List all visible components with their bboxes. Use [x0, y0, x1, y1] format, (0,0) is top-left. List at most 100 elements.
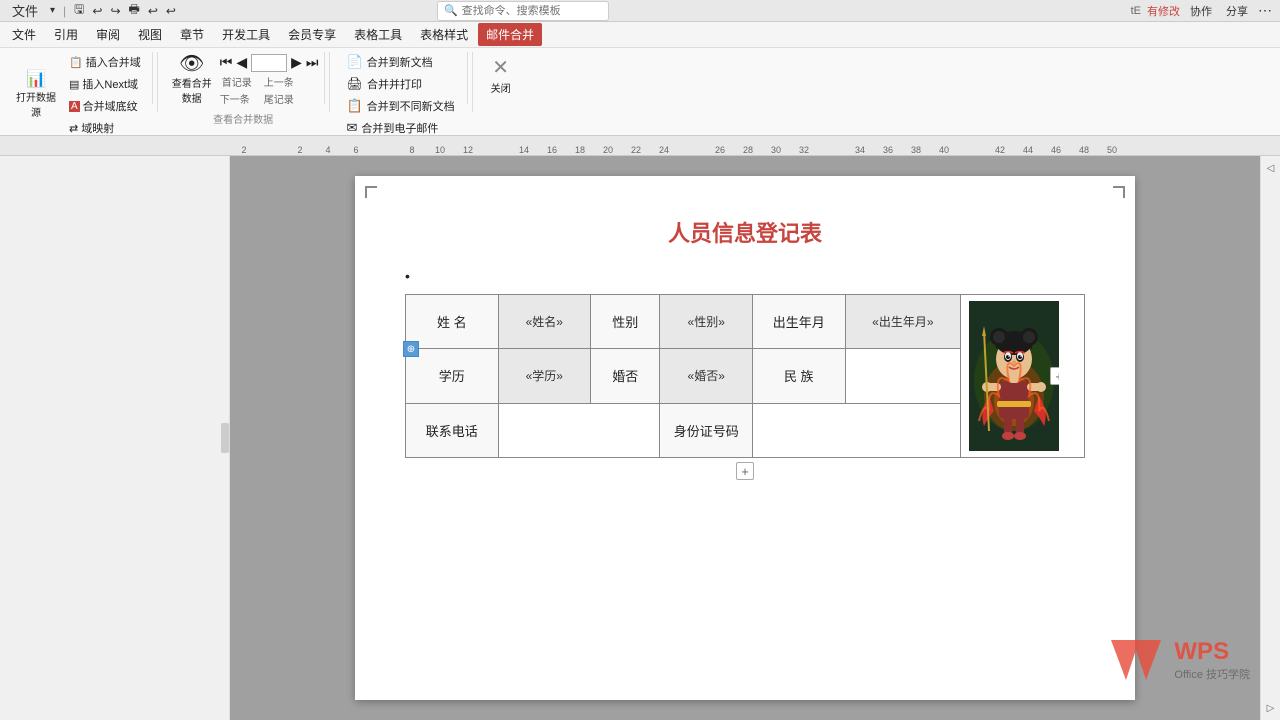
close-button[interactable]: ✕ 关闭	[483, 56, 519, 97]
menu-chapter[interactable]: 章节	[172, 23, 212, 46]
right-panel-btn-2[interactable]: ▷	[1263, 700, 1279, 716]
menu-devtools[interactable]: 开发工具	[214, 23, 278, 46]
search-input[interactable]	[462, 5, 602, 17]
merge-new-doc-label: 合并到新文档	[367, 54, 433, 70]
close-icon: ✕	[492, 58, 509, 78]
ruler-mark: 30	[762, 145, 790, 155]
table-cell-id-label: 身份证号码	[660, 403, 753, 457]
ribbon-content: 📊 打开数据源 📋 插入合并域 ▤ 插入Next域 A 合并域底纹	[0, 48, 1280, 108]
photo-image: +	[969, 301, 1059, 451]
next-record-button[interactable]: ▶	[291, 54, 302, 71]
ruler-mark: 4	[314, 145, 342, 155]
merge-to-new-doc-button[interactable]: 📄 合并到新文档	[340, 52, 460, 72]
nav-group: ⏮ ◀ 1 ▶ ⏭ 首记录 上一条 下一条 尾记录	[220, 54, 319, 106]
title-right-area: tE 有修改 协作 分享 ⋯	[1131, 2, 1272, 19]
title-dropdown-icon[interactable]: ▾	[50, 5, 55, 16]
view-merge-btn[interactable]: 👁 查看合并数据	[168, 52, 216, 107]
merge-diff-doc-label: 合并到不同新文档	[367, 98, 455, 114]
record-number-input[interactable]: 1	[251, 54, 287, 72]
ruler-mark: 8	[398, 145, 426, 155]
bullet-dot: •	[405, 268, 410, 284]
table-cell-phone-value	[498, 403, 660, 457]
ribbon-group-datasource-top: 📊 打开数据源 📋 插入合并域 ▤ 插入Next域 A 合并域底纹	[12, 52, 146, 138]
app-menu[interactable]: 文件	[8, 1, 42, 20]
merge-diff-doc-button[interactable]: 📋 合并到不同新文档	[340, 96, 460, 116]
ruler-marks: 2 2 4 6 8 10 12 14 16 18 20 22 24 26 28 …	[0, 136, 1280, 155]
ruler-mark: 42	[986, 145, 1014, 155]
table-cell-photo: +	[961, 295, 1085, 458]
undo2-button[interactable]: ↩	[148, 4, 158, 18]
more-options-button[interactable]: ⋯	[1258, 2, 1272, 19]
ruler-mark: 26	[706, 145, 734, 155]
insert-next-label: 插入Next域	[82, 76, 138, 92]
menu-vip[interactable]: 会员专享	[280, 23, 344, 46]
ribbon-group-merge: 📄 合并到新文档 🖨 合并并打印 📋 合并到不同新文档 ✉ 合并到电子邮件	[334, 52, 467, 104]
menu-tablestyle[interactable]: 表格样式	[412, 23, 476, 46]
redo-button[interactable]: ↪	[110, 4, 120, 18]
menu-view[interactable]: 视图	[130, 23, 170, 46]
ruler-mark: 50	[1098, 145, 1126, 155]
first-record-button[interactable]: ⏮	[220, 54, 233, 71]
merge-shade-icon: A	[69, 101, 80, 112]
te-label: tE	[1131, 5, 1141, 17]
ruler-mark: 48	[1070, 145, 1098, 155]
table-cell-edu-label: 学历	[406, 349, 499, 403]
ribbon-group-close-top: ✕ 关闭	[483, 52, 519, 100]
merge-email-button[interactable]: ✉ 合并到电子邮件	[340, 118, 460, 138]
ruler: 2 2 4 6 8 10 12 14 16 18 20 22 24 26 28 …	[0, 136, 1280, 156]
redo2-button[interactable]: ↩	[166, 4, 176, 18]
table-move-handle[interactable]: ⊕	[403, 341, 419, 357]
table-cell-id-value	[752, 403, 960, 457]
field-map-button[interactable]: ⇄ 域映射	[64, 118, 146, 138]
view-first-label: 首记录	[222, 74, 252, 89]
share-button[interactable]: 分享	[1222, 3, 1252, 19]
menu-review[interactable]: 审阅	[88, 23, 128, 46]
prev-record-button[interactable]: ◀	[236, 54, 247, 71]
table-cell-phone-label: 联系电话	[406, 403, 499, 457]
view-merge-label: 查看合并数据	[172, 75, 212, 105]
add-row-button[interactable]: +	[736, 462, 754, 480]
close-group-label	[483, 102, 519, 104]
left-panel	[0, 156, 230, 720]
insert-merge-field-button[interactable]: 📋 插入合并域	[64, 52, 146, 72]
table-row: 姓 名 «姓名» 性别 «性别» 出生年月 «出生年月»	[406, 295, 1085, 349]
open-datasource-button[interactable]: 📊 打开数据源	[12, 70, 60, 121]
merge-print-icon: 🖨	[346, 76, 363, 92]
table-cell-edu-value: «学历»	[498, 349, 591, 403]
collab-button[interactable]: 协作	[1186, 3, 1216, 19]
table-container: 姓 名 «姓名» 性别 «性别» 出生年月 «出生年月»	[405, 294, 1085, 480]
ruler-mark: 14	[510, 145, 538, 155]
divider-2	[329, 52, 330, 112]
ruler-mark: 32	[790, 145, 818, 155]
last-record-button[interactable]: ⏭	[306, 54, 319, 71]
ruler-mark: 36	[874, 145, 902, 155]
menu-tabletools[interactable]: 表格工具	[346, 23, 410, 46]
menu-quote[interactable]: 引用	[46, 23, 86, 46]
right-panel-btn-1[interactable]: ◁	[1263, 160, 1279, 176]
save-button[interactable]: 🖫	[74, 0, 84, 21]
ruler-mark: 24	[650, 145, 678, 155]
ribbon-group-close: ✕ 关闭	[477, 52, 525, 104]
add-col-button[interactable]: +	[1050, 367, 1059, 385]
table-cell-gender-value: «性别»	[660, 295, 753, 349]
merge-print-button[interactable]: 🖨 合并并打印	[340, 74, 460, 94]
ruler-mark: 18	[566, 145, 594, 155]
merge-shade-button[interactable]: A 合并域底纹	[64, 96, 146, 116]
panel-resize-handle[interactable]	[221, 423, 229, 453]
field-map-label: 域映射	[81, 120, 114, 136]
print-button[interactable]: 🖶	[129, 0, 140, 21]
search-box[interactable]: 🔍	[437, 1, 609, 21]
title-left: 文件 ▾ | 🖫 ↩ ↪ 🖶 ↩ ↩	[8, 0, 176, 21]
merge-new-doc-icon: 📄	[346, 54, 362, 70]
menu-file[interactable]: 文件	[4, 23, 44, 46]
undo-button[interactable]: ↩	[92, 4, 102, 18]
menu-mailmerge[interactable]: 邮件合并	[478, 23, 542, 46]
merge-print-label: 合并并打印	[367, 76, 422, 92]
insert-merge-field-icon: 📋	[69, 56, 83, 69]
nav-row-2: 首记录 上一条	[220, 74, 319, 89]
add-row-area: +	[405, 462, 1085, 480]
insert-next-button[interactable]: ▤ 插入Next域	[64, 74, 146, 94]
modify-label: 有修改	[1147, 3, 1180, 19]
field-map-icon: ⇄	[69, 122, 78, 135]
nav-row-3: 下一条 尾记录	[220, 91, 319, 106]
